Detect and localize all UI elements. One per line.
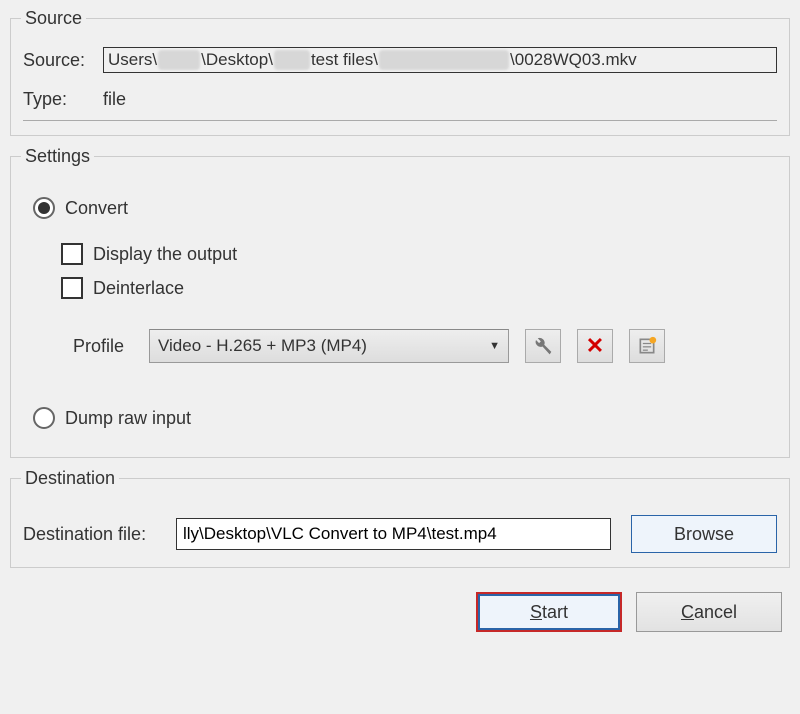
source-label: Source: xyxy=(23,50,93,71)
source-legend: Source xyxy=(21,8,86,29)
type-value: file xyxy=(103,89,126,110)
convert-radio-label: Convert xyxy=(65,198,128,219)
redacted-segment xyxy=(158,50,200,70)
start-button-label: Start xyxy=(530,602,568,623)
dump-radio[interactable] xyxy=(33,407,55,429)
convert-options: Display the output Deinterlace Profile V… xyxy=(61,243,767,363)
profile-label: Profile xyxy=(73,336,133,357)
deinterlace-label: Deinterlace xyxy=(93,278,184,299)
delete-profile-button[interactable]: ✕ xyxy=(577,329,613,363)
source-path-part4: \0028WQ03.mkv xyxy=(510,50,637,70)
redacted-segment xyxy=(274,50,310,70)
wrench-icon xyxy=(533,336,553,356)
source-path-part1: Users\ xyxy=(108,50,157,70)
dialog-buttons: Start Cancel xyxy=(2,578,798,642)
destination-legend: Destination xyxy=(21,468,119,489)
destination-group: Destination Destination file: Browse xyxy=(10,468,790,568)
browse-button[interactable]: Browse xyxy=(631,515,777,553)
chevron-down-icon: ▼ xyxy=(489,340,500,352)
convert-radio-row[interactable]: Convert xyxy=(33,197,767,219)
source-row: Source: Users\ \Desktop\ test files\ \00… xyxy=(23,47,777,73)
display-output-checkbox[interactable] xyxy=(61,243,83,265)
profile-row: Profile Video - H.265 + MP3 (MP4) ▼ ✕ xyxy=(73,329,767,363)
source-type-row: Type: file xyxy=(23,89,777,121)
source-path-part2: \Desktop\ xyxy=(201,50,273,70)
new-profile-button[interactable] xyxy=(629,329,665,363)
deinterlace-checkbox[interactable] xyxy=(61,277,83,299)
source-path: Users\ \Desktop\ test files\ \0028WQ03.m… xyxy=(103,47,777,73)
cancel-button-label: Cancel xyxy=(681,602,737,623)
destination-row: Destination file: Browse xyxy=(23,515,777,553)
settings-legend: Settings xyxy=(21,146,94,167)
display-output-row[interactable]: Display the output xyxy=(61,243,767,265)
edit-profile-button[interactable] xyxy=(525,329,561,363)
start-button[interactable]: Start xyxy=(476,592,622,632)
dump-radio-row[interactable]: Dump raw input xyxy=(33,407,767,429)
source-group: Source Source: Users\ \Desktop\ test fil… xyxy=(10,8,790,136)
convert-radio[interactable] xyxy=(33,197,55,219)
destination-file-input[interactable] xyxy=(176,518,611,550)
profile-select[interactable]: Video - H.265 + MP3 (MP4) ▼ xyxy=(149,329,509,363)
dump-radio-label: Dump raw input xyxy=(65,408,191,429)
destination-label: Destination file: xyxy=(23,524,168,545)
profile-selected-text: Video - H.265 + MP3 (MP4) xyxy=(158,336,367,356)
cancel-button[interactable]: Cancel xyxy=(636,592,782,632)
type-label: Type: xyxy=(23,89,93,110)
display-output-label: Display the output xyxy=(93,244,237,265)
source-path-part3: test files\ xyxy=(311,50,378,70)
deinterlace-row[interactable]: Deinterlace xyxy=(61,277,767,299)
new-profile-icon xyxy=(637,336,657,356)
browse-button-label: Browse xyxy=(674,524,734,545)
redacted-segment xyxy=(379,50,509,70)
x-icon: ✕ xyxy=(586,333,604,359)
settings-group: Settings Convert Display the output Dein… xyxy=(10,146,790,458)
